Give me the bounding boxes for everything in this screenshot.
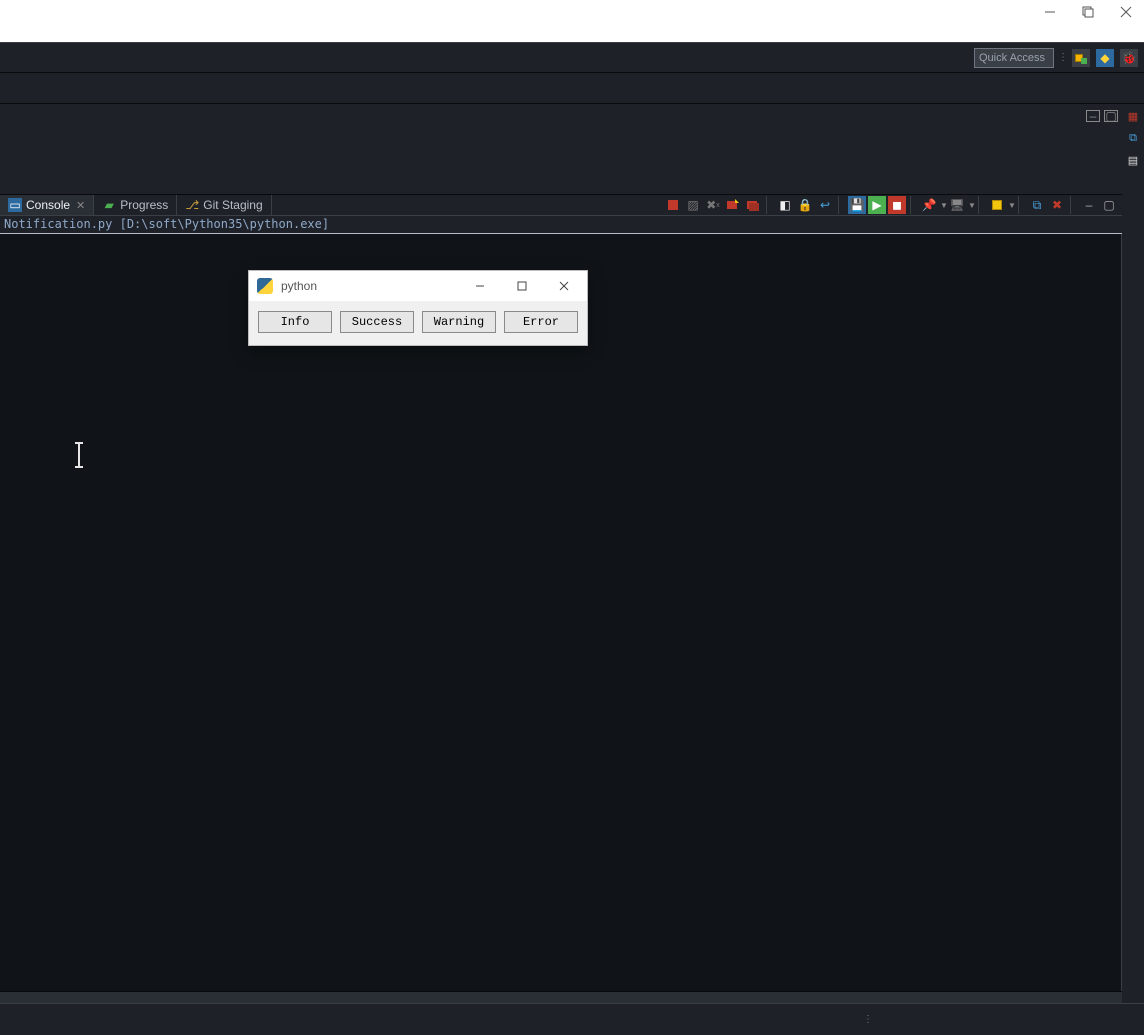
remove-console-button[interactable] [744,196,762,214]
stop-script-button[interactable]: ◼ [888,196,906,214]
outline-view-icon[interactable]: ⧉ [1125,130,1141,146]
console-process-label: Notification.py [D:\soft\Python35\python… [0,216,1122,234]
main-toolbar-area [0,72,1144,104]
view-maximize-button[interactable]: ▢ [1100,196,1118,214]
warning-button[interactable]: Warning [422,311,496,333]
ide-close-button[interactable] [1116,4,1136,20]
view-minimize-button[interactable]: ‒ [1080,196,1098,214]
pin-dropdown-icon[interactable]: ▼ [940,201,946,210]
editor-view-controls: ‒ ▢ [1086,110,1118,122]
ide-window-controls [1040,4,1136,20]
editor-minimize-button[interactable]: ‒ [1086,110,1100,122]
quick-access-input[interactable]: Quick Access [974,48,1054,68]
close-console-button[interactable]: ✖ [1048,196,1066,214]
terminate-button[interactable] [664,196,682,214]
tab-git-staging-label: Git Staging [203,198,262,212]
status-bar: ⋮ [0,1003,1144,1035]
python-maximize-button[interactable] [505,272,539,300]
python-window-title: python [281,279,317,293]
editor-maximize-button[interactable]: ▢ [1104,110,1118,122]
ide-title-bar [0,0,1144,42]
tasks-view-icon[interactable]: ▤ [1125,152,1141,168]
word-wrap-button[interactable]: ↩ [816,196,834,214]
perspective-toolbar: Quick Access ⋮ ◆ 🐞 [0,42,1144,72]
editor-area: ‒ ▢ [0,104,1122,194]
restore-view-icon[interactable]: ▦ [1125,108,1141,124]
console-toolbar: ▨ ✖x ◧ 🔒 ↩ 💾 ▶ ◼ 📌 ▼ 🖥 ▼ ▼ ⧉ ✖ ‒ ▢ [660,195,1122,215]
success-button[interactable]: Success [340,311,414,333]
info-button[interactable]: Info [258,311,332,333]
ide-maximize-button[interactable] [1078,4,1098,20]
pydev-perspective-button[interactable]: ◆ [1096,49,1114,67]
tab-progress-label: Progress [120,198,168,212]
git-staging-icon: ⎇ [185,198,199,212]
python-close-button[interactable] [547,272,581,300]
tab-console[interactable]: ▭ Console ✕ [0,195,94,215]
save-console-button[interactable]: 💾 [848,196,866,214]
terminate-relaunch-button[interactable] [724,196,742,214]
console-output-area[interactable]: python Info Success Warning Error [0,234,1122,992]
text-caret-icon [78,444,80,466]
tab-console-label: Console [26,198,70,212]
plus-icon [1081,58,1087,64]
remove-launch-button[interactable]: ▨ [684,196,702,214]
open-perspective-button[interactable] [1072,49,1090,67]
tab-git-staging[interactable]: ⎇ Git Staging [177,195,271,215]
scroll-lock-button[interactable]: 🔒 [796,196,814,214]
python-minimize-button[interactable] [463,272,497,300]
remove-all-terminated-button[interactable]: ✖x [704,196,722,214]
display-selected-console-button[interactable]: 🖥 [948,196,966,214]
debug-perspective-button[interactable]: 🐞 [1120,49,1138,67]
python-icon [257,278,273,294]
toolbar-separator-icon: ⋮ [1060,49,1066,67]
statusbar-grip-icon: ⋮ [863,1016,874,1024]
python-window-body: Info Success Warning Error [249,301,587,345]
pin-console-button[interactable]: 📌 [920,196,938,214]
right-trim-stack: ▦ ⧉ ▤ [1122,104,1144,1003]
new-console-button[interactable] [988,196,1006,214]
error-button[interactable]: Error [504,311,578,333]
link-console-button[interactable]: ⧉ [1028,196,1046,214]
display-dropdown-icon[interactable]: ▼ [968,201,974,210]
progress-icon: ▰ [102,198,116,212]
tab-progress[interactable]: ▰ Progress [94,195,177,215]
console-horizontal-scrollbar[interactable] [0,991,1122,1003]
python-title-bar[interactable]: python [249,271,587,301]
console-icon: ▭ [8,198,22,212]
tab-console-close-icon[interactable]: ✕ [76,199,85,212]
python-app-window: python Info Success Warning Error [248,270,588,346]
ide-minimize-button[interactable] [1040,4,1060,20]
bottom-view-tabs: ▭ Console ✕ ▰ Progress ⎇ Git Staging ▨ ✖… [0,194,1122,216]
clear-console-button[interactable]: ◧ [776,196,794,214]
run-script-button[interactable]: ▶ [868,196,886,214]
new-console-dropdown-icon[interactable]: ▼ [1008,201,1014,210]
